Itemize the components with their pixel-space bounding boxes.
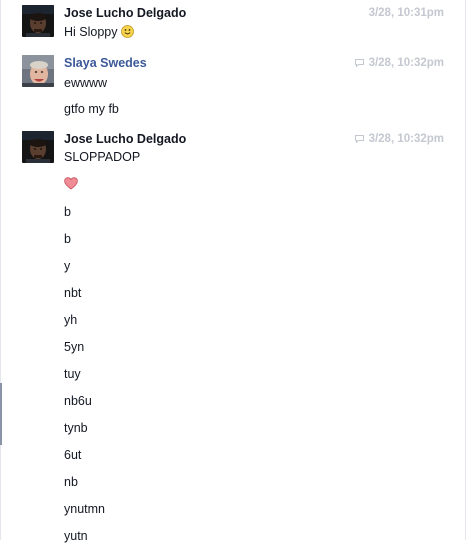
chat-bubble-icon xyxy=(354,59,364,67)
message-timestamp: 3/28, 10:32pm xyxy=(368,133,444,145)
message-timestamp-row: 3/28, 10:31pm xyxy=(369,7,444,19)
message-text: Hi Sloppy xyxy=(64,25,118,39)
message-group: Jose Lucho Delgado 3/28, 10:31pm Hi Slop… xyxy=(0,0,465,50)
message-group: Jose Lucho Delgado 3/28, 10:32pm SLOPPAD… xyxy=(0,126,465,543)
avatar[interactable] xyxy=(22,131,54,163)
message-line: 6ut xyxy=(64,448,82,462)
avatar[interactable] xyxy=(22,5,54,37)
message-line: y xyxy=(64,259,71,273)
smiley-emoji-icon xyxy=(120,25,134,38)
message-line: tynb xyxy=(64,421,88,435)
message-timestamp: 3/28, 10:32pm xyxy=(368,57,444,69)
message-line: 5yn xyxy=(64,340,85,354)
message-line: SLOPPADOP xyxy=(64,150,141,164)
message-line: b xyxy=(64,205,71,219)
chat-bubble-icon xyxy=(354,135,364,143)
message-line: ynutmn xyxy=(64,502,105,516)
sender-name[interactable]: Jose Lucho Delgado xyxy=(64,132,186,146)
message-timestamp-row: 3/28, 10:32pm xyxy=(354,133,444,145)
message-line: nb6u xyxy=(64,394,92,408)
heart-emoji-icon xyxy=(64,177,78,190)
avatar[interactable] xyxy=(22,55,54,87)
message-line: nbt xyxy=(64,286,82,300)
panel-right-border xyxy=(465,0,466,540)
message-timestamp: 3/28, 10:31pm xyxy=(368,7,444,19)
message-line: tuy xyxy=(64,367,81,381)
sender-name-link[interactable]: Slaya Swedes xyxy=(64,56,147,70)
message-line: yh xyxy=(64,313,78,327)
message-line: b xyxy=(64,232,71,246)
message-line: yutn xyxy=(64,529,88,543)
sender-name[interactable]: Jose Lucho Delgado xyxy=(64,6,186,20)
message-line: Hi Sloppy xyxy=(64,24,134,40)
message-line: nb xyxy=(64,475,78,489)
message-timestamp-row: 3/28, 10:32pm xyxy=(354,57,444,69)
message-group: Slaya Swedes 3/28, 10:32pm ewwww gtfo my… xyxy=(0,50,465,126)
message-line xyxy=(64,177,78,194)
message-line: gtfo my fb xyxy=(64,102,119,116)
message-line: ewwww xyxy=(64,76,108,90)
